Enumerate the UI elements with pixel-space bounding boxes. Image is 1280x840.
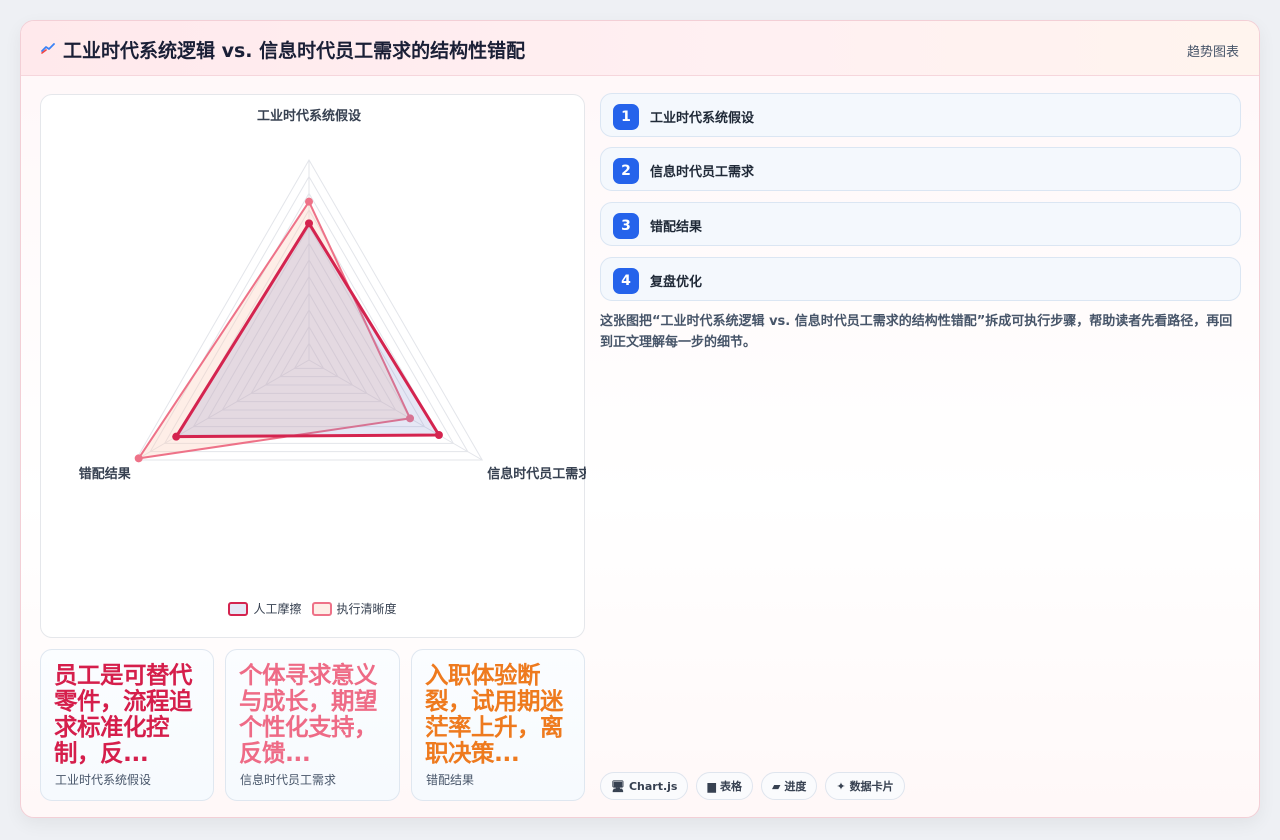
legend-swatch <box>228 601 249 616</box>
legend-label: 执行清晰度 <box>336 602 397 616</box>
card-header: 工业时代系统逻辑 vs. 信息时代员工需求的结构性错配 趋势图表 <box>21 21 1259 76</box>
tag-table[interactable]: ▆ 表格 <box>696 772 753 800</box>
stat-value: 个体寻求意义与成长，期望个性化支持，反馈... <box>239 662 378 766</box>
stat-label: 信息时代员工需求 <box>240 773 337 787</box>
axis-label: 错配结果 <box>79 466 131 482</box>
step-label: 错配结果 <box>650 220 703 235</box>
stat-label: 错配结果 <box>426 773 475 787</box>
tag-label: Chart.js <box>628 779 678 793</box>
chart-description: 这张图把“工业时代系统逻辑 vs. 信息时代员工需求的结构性错配”拆成可执行步骤… <box>600 314 1233 350</box>
stat-card-mismatch: 入职体验断裂，试用期迷茫率上升，离职决策... 错配结果 <box>411 649 585 801</box>
step-number: 4 <box>613 268 639 294</box>
stat-value: 入职体验断裂，试用期迷茫率上升，离职决策... <box>425 662 564 766</box>
page-title: 工业时代系统逻辑 vs. 信息时代员工需求的结构性错配 <box>63 40 526 62</box>
tag-progress[interactable]: ▰ 进度 <box>760 772 818 800</box>
step-1[interactable]: 1 工业时代系统假设 <box>600 93 1241 137</box>
legend-item-clarity[interactable]: 执行清晰度 <box>311 600 397 617</box>
step-number: 2 <box>613 158 639 184</box>
trend-chart-link[interactable]: 趋势图表 <box>1187 41 1239 60</box>
stat-card-information: 个体寻求意义与成长，期望个性化支持，反馈... 信息时代员工需求 <box>225 649 400 801</box>
data-point <box>434 431 443 439</box>
series-area <box>174 221 441 439</box>
tag-label: 进度 <box>784 780 807 793</box>
sparkle-icon: ✦ <box>836 779 846 793</box>
axis-label: 信息时代员工需求 <box>487 466 586 482</box>
step-3[interactable]: 3 错配结果 <box>600 202 1241 246</box>
legend-label: 人工摩擦 <box>253 602 302 616</box>
progress-icon: ▰ <box>771 779 781 793</box>
data-point <box>305 197 313 206</box>
table-icon: ▆ <box>707 779 716 793</box>
data-point <box>134 454 143 463</box>
step-label: 复盘优化 <box>650 275 703 290</box>
step-label: 工业时代系统假设 <box>650 111 755 126</box>
chart-legend: 人工摩擦 执行清晰度 <box>41 600 584 617</box>
axis-label: 工业时代系统假设 <box>257 108 362 124</box>
stat-value: 员工是可替代零件，流程追求标准化控制，反... <box>54 662 193 766</box>
tag-label: 表格 <box>719 780 742 793</box>
main-card: 工业时代系统逻辑 vs. 信息时代员工需求的结构性错配 趋势图表 工业时代系统假… <box>20 20 1260 818</box>
step-label: 信息时代员工需求 <box>650 165 755 180</box>
legend-swatch <box>311 601 332 616</box>
stat-label: 工业时代系统假设 <box>55 773 152 787</box>
data-point <box>305 219 313 228</box>
legend-item-friction[interactable]: 人工摩擦 <box>228 600 302 617</box>
step-4[interactable]: 4 复盘优化 <box>600 257 1241 301</box>
radar-chart-panel: 工业时代系统假设信息时代员工需求 错配结果 人工摩擦 执行清晰度 <box>40 94 586 638</box>
step-number: 3 <box>613 213 639 239</box>
tag-chartjs[interactable]: 🖥 Chart.js <box>600 772 689 800</box>
tag-list: 🖥 Chart.js ▆ 表格 ▰ 进度 ✦ 数据卡片 <box>600 772 905 800</box>
step-2[interactable]: 2 信息时代员工需求 <box>600 147 1241 191</box>
tag-label: 数据卡片 <box>849 780 894 793</box>
monitor-icon: 🖥 <box>611 779 625 793</box>
stat-card-industrial: 员工是可替代零件，流程追求标准化控制，反... 工业时代系统假设 <box>40 649 214 801</box>
tag-data-card[interactable]: ✦ 数据卡片 <box>825 772 905 800</box>
trend-icon <box>41 43 55 54</box>
radar-chart: 工业时代系统假设信息时代员工需求 错配结果 <box>79 108 586 482</box>
data-point <box>172 432 181 441</box>
step-number: 1 <box>613 104 639 130</box>
